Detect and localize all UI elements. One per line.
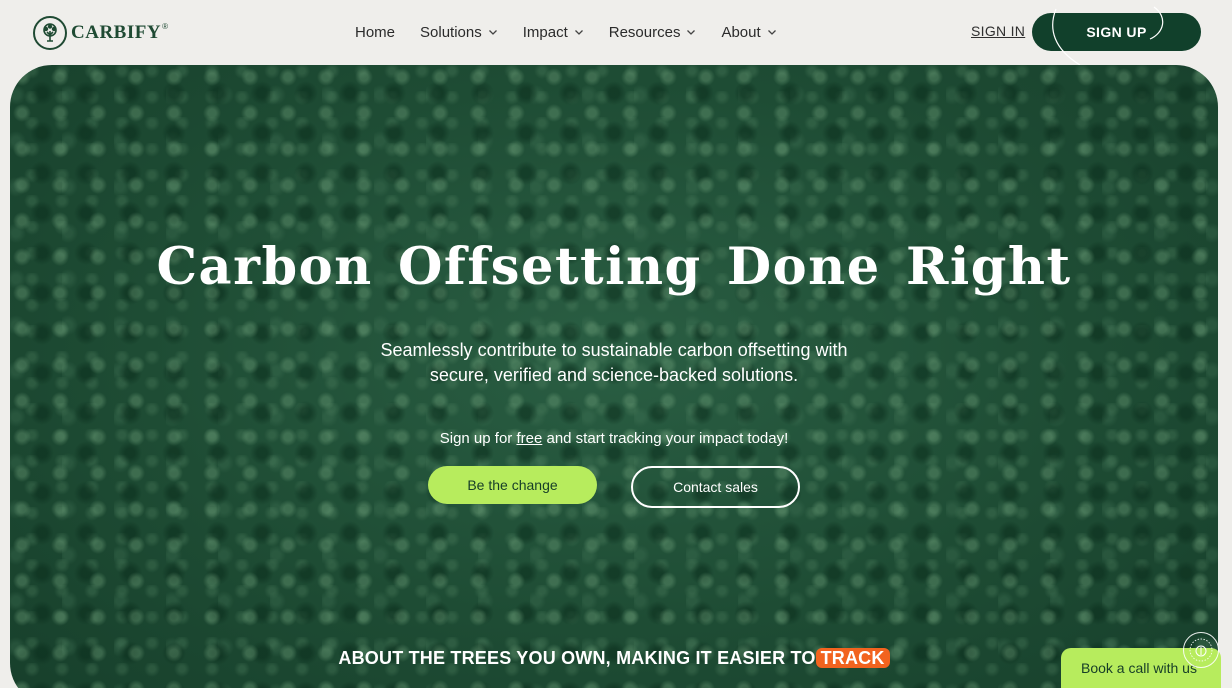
nav-item-about[interactable]: About — [721, 21, 776, 43]
hero-title: Carbon Offsetting Done Right — [156, 237, 1072, 297]
ticker-highlight: TRACK — [815, 648, 890, 668]
nav-item-label: Home — [355, 23, 396, 41]
main-nav: Home Solutions Impact Resources About — [355, 21, 802, 43]
sign-in-link[interactable]: SIGN IN — [971, 23, 1025, 39]
site-header: CARBIFY ® Home Solutions Impact Resource… — [0, 0, 1232, 66]
cta-prefix: Sign up for — [439, 430, 513, 447]
marquee-ticker: ABOUT THE TREES YOU OWN, MAKING IT EASIE… — [10, 648, 1218, 669]
hero-subtitle: Seamlessly contribute to sustainable car… — [380, 340, 848, 385]
nav-item-impact[interactable]: Impact — [523, 21, 584, 43]
nav-item-label: Impact — [522, 23, 568, 41]
brand-name: CARBIFY — [71, 22, 162, 43]
decorative-swirl-icon — [1052, 6, 1164, 66]
book-call-label: Book a call with us — [1081, 660, 1197, 676]
button-label: Contact sales — [673, 479, 758, 495]
chevron-down-icon — [686, 27, 696, 37]
nav-item-label: About — [721, 23, 761, 41]
nav-item-label: Resources — [608, 23, 681, 41]
sign-up-button[interactable]: SIGN UP — [1032, 6, 1201, 66]
nav-item-resources[interactable]: Resources — [609, 21, 697, 43]
chevron-down-icon — [574, 27, 584, 37]
ticker-text: ABOUT THE TREES YOU OWN, MAKING IT EASIE… — [338, 648, 816, 668]
contact-sales-button[interactable]: Contact sales — [631, 466, 800, 508]
registered-mark: ® — [162, 21, 168, 31]
be-the-change-button[interactable]: Be the change — [428, 466, 597, 504]
carbify-seal-icon[interactable] — [1183, 632, 1219, 668]
hero-section: Carbon Offsetting Done Right Seamlessly … — [10, 65, 1218, 688]
free-signup-link[interactable]: free — [516, 430, 542, 447]
nav-item-solutions[interactable]: Solutions — [420, 21, 498, 43]
chevron-down-icon — [488, 27, 498, 37]
hero-cta-text: Sign up for free and start tracking your… — [10, 430, 1218, 447]
carbify-logo[interactable]: CARBIFY ® — [33, 15, 171, 51]
button-label: Be the change — [467, 477, 558, 493]
cta-suffix: and start tracking your impact today! — [546, 430, 789, 447]
chevron-down-icon — [767, 27, 777, 37]
nav-item-home[interactable]: Home — [355, 21, 395, 43]
nav-item-label: Solutions — [420, 23, 482, 41]
tree-logo-icon — [33, 16, 67, 50]
